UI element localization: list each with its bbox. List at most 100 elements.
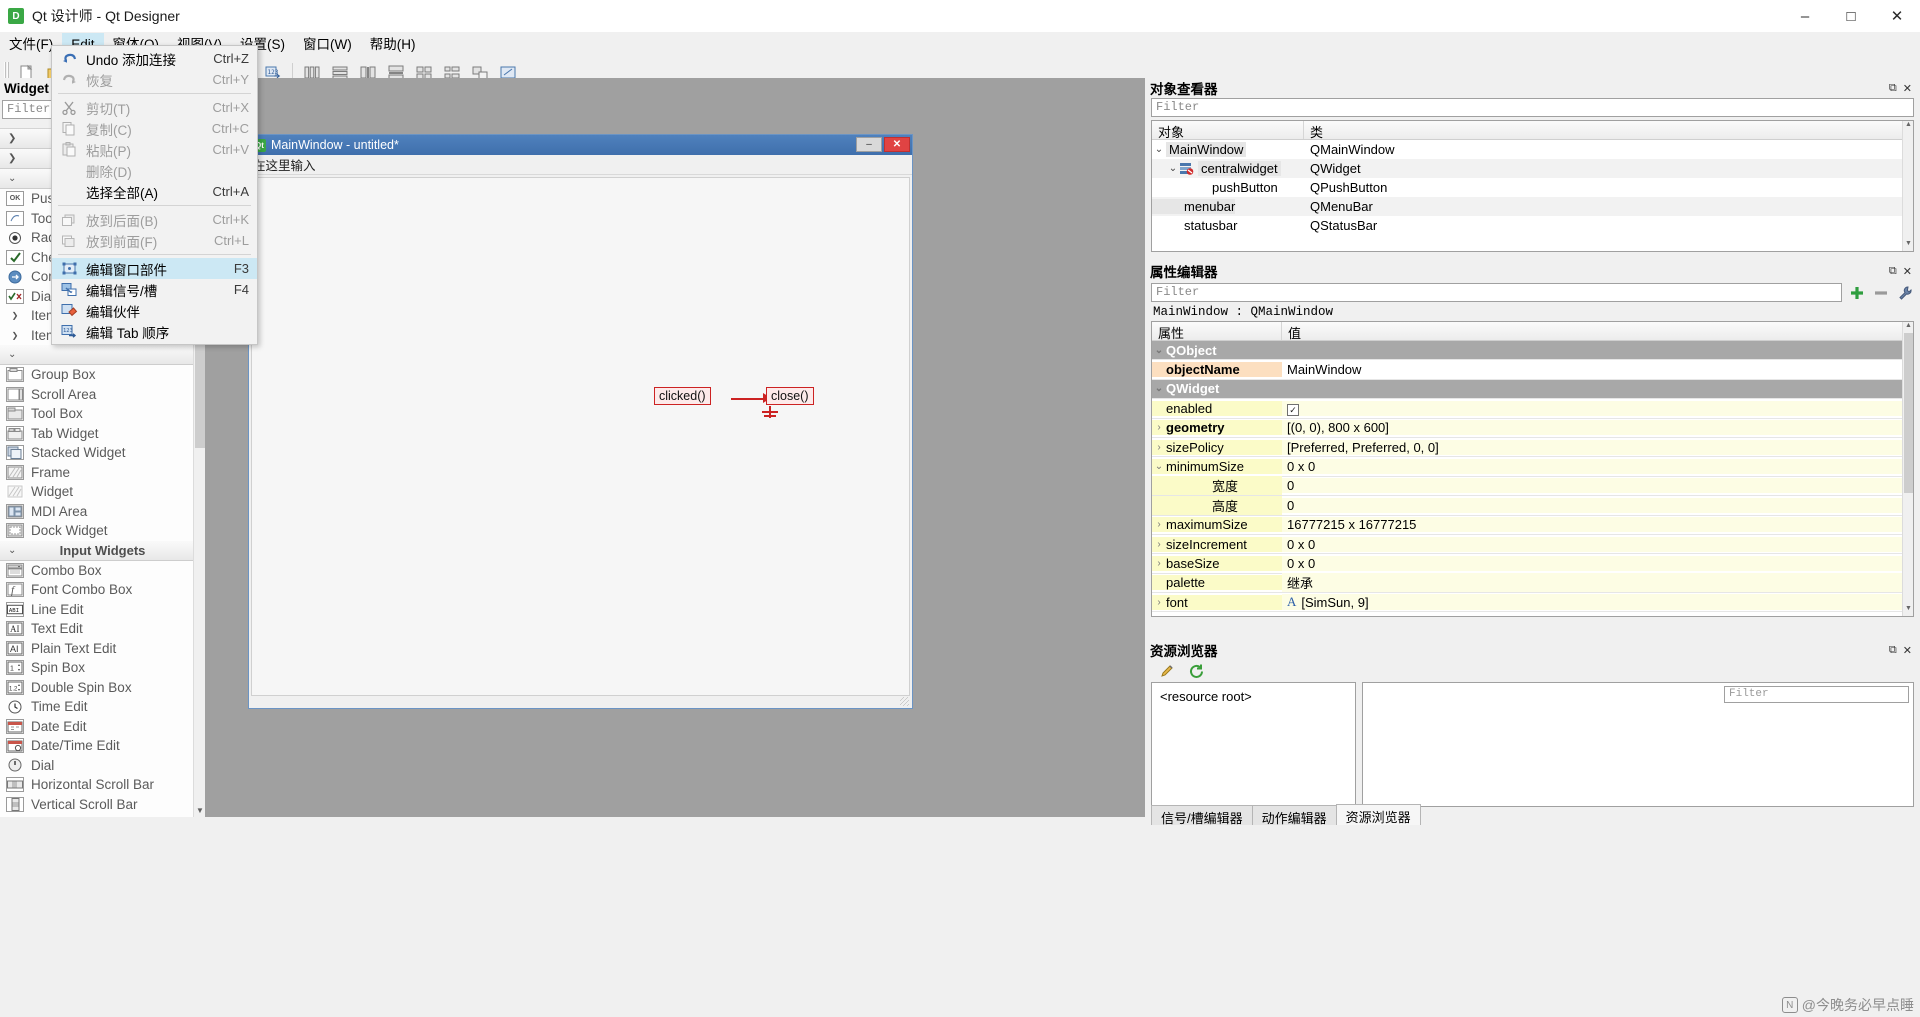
chevron-down-icon[interactable]: ⌄ <box>1166 163 1180 174</box>
widget-item-tool-box[interactable]: Tool Box <box>0 404 205 424</box>
scroll-down-icon[interactable]: ▼ <box>1903 240 1913 251</box>
property-editor-table[interactable]: 属性 值 ⌄ QObject objectName MainWindow ⌄ QWi… <box>1151 321 1914 617</box>
scroll-up-icon[interactable]: ▲ <box>1903 121 1913 132</box>
chevron-down-icon[interactable]: ⌄ <box>1152 144 1166 155</box>
widget-item-date-time-edit[interactable]: Date/Time Edit <box>0 736 205 756</box>
scroll-up-icon[interactable]: ▲ <box>1903 322 1913 333</box>
property-group-qwidget[interactable]: ⌄ QWidget <box>1152 379 1913 400</box>
property-row-basesize[interactable]: › baseSize 0 x 0 <box>1152 554 1913 574</box>
connection-slot-label[interactable]: close() <box>766 387 814 405</box>
minus-icon[interactable] <box>1872 284 1890 302</box>
widget-item-plain-text-edit[interactable]: AI Plain Text Edit <box>0 639 205 659</box>
chevron-right-icon[interactable]: › <box>1152 442 1166 453</box>
widget-item-line-edit[interactable]: ABI Line Edit <box>0 600 205 620</box>
design-workspace[interactable]: Qt MainWindow - untitled* – ✕ 在这里输入 clic… <box>205 78 1145 817</box>
widget-category-input-widgets[interactable]: ⌄ Input Widgets <box>0 540 205 561</box>
scroll-down-icon[interactable]: ▼ <box>1903 605 1913 616</box>
property-editor-close-button[interactable]: ✕ <box>1903 265 1912 278</box>
menu-item-redo[interactable]: 恢复 Ctrl+Y <box>52 69 257 90</box>
widget-item-time-edit[interactable]: Time Edit <box>0 697 205 717</box>
tab-resource-browser[interactable]: 资源浏览器 <box>1335 804 1421 825</box>
connection-signal-label[interactable]: clicked() <box>654 387 711 405</box>
table-row[interactable]: ⌄ centralwidget QWidget <box>1152 159 1913 178</box>
property-row-sizepolicy[interactable]: › sizePolicy [Preferred, Preferred, 0, 0] <box>1152 438 1913 458</box>
enabled-checkbox[interactable]: ✓ <box>1287 404 1299 417</box>
property-row-minimum-width[interactable]: 宽度 0 <box>1152 476 1913 497</box>
property-table-scrollbar[interactable]: ▲ ▼ <box>1902 322 1913 616</box>
object-inspector-float-button[interactable]: ⧉ <box>1889 82 1897 95</box>
property-row-maximumsize[interactable]: › maximumSize 16777215 x 16777215 <box>1152 516 1913 535</box>
chevron-down-icon[interactable]: ⌄ <box>1152 383 1166 394</box>
property-row-font[interactable]: › font A [SimSun, 9] <box>1152 593 1913 613</box>
reload-icon[interactable] <box>1188 663 1205 680</box>
property-row-palette[interactable]: palette 继承 <box>1152 573 1913 594</box>
property-value[interactable]: [Preferred, Preferred, 0, 0] <box>1282 439 1913 455</box>
widget-item-tab-widget[interactable]: Tab Widget <box>0 424 205 444</box>
menu-item-delete[interactable]: 删除(D) <box>52 160 257 181</box>
chevron-down-icon[interactable]: ⌄ <box>1152 461 1166 472</box>
widget-item-date-edit[interactable]: Date Edit <box>0 717 205 737</box>
menu-item-edit-buddies[interactable]: 编辑伙伴 <box>52 300 257 321</box>
widget-category-containers[interactable]: ⌄ <box>0 345 205 365</box>
property-value[interactable]: 0 x 0 <box>1282 459 1913 475</box>
table-row[interactable]: ⌄ MainWindow QMainWindow <box>1152 140 1913 159</box>
form-close-button[interactable]: ✕ <box>884 137 910 152</box>
form-minimize-button[interactable]: – <box>856 137 882 152</box>
resource-list[interactable]: Filter <box>1362 682 1914 807</box>
minimize-button[interactable]: – <box>1782 0 1828 32</box>
tab-signal-slot-editor[interactable]: 信号/槽编辑器 <box>1151 805 1253 826</box>
widget-item-scroll-area[interactable]: Scroll Area <box>0 385 205 405</box>
object-inspector-tree[interactable]: 对象 类 ⌄ MainWindow QMainWindow ⌄ centralw… <box>1151 120 1914 252</box>
property-value[interactable]: 0 x 0 <box>1282 536 1913 552</box>
menu-item-cut[interactable]: 剪切(T) Ctrl+X <box>52 97 257 118</box>
table-row[interactable]: statusbar QStatusBar <box>1152 216 1913 235</box>
menu-item-edit-signals-slots[interactable]: 编辑信号/槽 F4 <box>52 279 257 300</box>
widget-item-widget[interactable]: Widget <box>0 482 205 502</box>
pencil-icon[interactable] <box>1159 663 1176 680</box>
form-central-widget[interactable] <box>251 177 910 696</box>
widget-item-text-edit[interactable]: AI Text Edit <box>0 619 205 639</box>
maximize-button[interactable]: □ <box>1828 0 1874 32</box>
wrench-icon[interactable] <box>1896 284 1914 302</box>
widget-item-dock-widget[interactable]: Dock Widget <box>0 521 205 541</box>
property-value[interactable]: 0 <box>1282 497 1913 513</box>
menu-item-select-all[interactable]: 选择全部(A) Ctrl+A <box>52 181 257 202</box>
menu-item-bring-to-front[interactable]: 放到前面(F) Ctrl+L <box>52 230 257 251</box>
property-editor-filter[interactable]: Filter <box>1151 283 1842 302</box>
property-value[interactable]: 16777215 x 16777215 <box>1282 517 1913 533</box>
property-row-minimum-height[interactable]: 高度 0 <box>1152 495 1913 516</box>
property-row-enabled[interactable]: enabled ✓ <box>1152 399 1913 419</box>
property-value[interactable]: [(0, 0), 800 x 600] <box>1282 420 1913 436</box>
chevron-right-icon[interactable]: › <box>1152 558 1166 569</box>
property-row-objectname[interactable]: objectName MainWindow <box>1152 360 1913 380</box>
chevron-down-icon[interactable]: ⌄ <box>1152 345 1166 356</box>
object-inspector-close-button[interactable]: ✕ <box>1903 82 1912 95</box>
plus-icon[interactable] <box>1848 284 1866 302</box>
menu-item-send-to-back[interactable]: 放到后面(B) Ctrl+K <box>52 209 257 230</box>
widget-item-horizontal-scroll-bar[interactable]: Horizontal Scroll Bar <box>0 775 205 795</box>
resource-tree[interactable]: <resource root> <box>1151 682 1356 807</box>
widget-item-frame[interactable]: Frame <box>0 463 205 483</box>
property-row-sizeincrement[interactable]: › sizeIncrement 0 x 0 <box>1152 535 1913 555</box>
resource-browser-float-button[interactable]: ⧉ <box>1889 644 1897 657</box>
widget-item-group-box[interactable]: Group Box <box>0 365 205 385</box>
menu-item-edit-tab-order[interactable]: 123 编辑 Tab 顺序 <box>52 321 257 342</box>
edit-dropdown-menu[interactable]: Undo 添加连接 Ctrl+Z 恢复 Ctrl+Y 剪切(T) Ctrl+X … <box>51 45 258 345</box>
menu-window[interactable]: 窗口(W) <box>294 33 361 57</box>
widget-item-font-combo-box[interactable]: f Font Combo Box <box>0 580 205 600</box>
property-value[interactable]: 0 <box>1282 478 1913 494</box>
widget-item-double-spin-box[interactable]: 1.2 Double Spin Box <box>0 678 205 698</box>
object-tree-scrollbar[interactable]: ▲ ▼ <box>1902 121 1913 251</box>
property-group-qobject[interactable]: ⌄ QObject <box>1152 341 1913 361</box>
form-menu-bar[interactable]: 在这里输入 <box>249 155 912 175</box>
widget-item-combo-box[interactable]: Combo Box <box>0 561 205 581</box>
menu-item-edit-widgets[interactable]: 编辑窗口部件 F3 <box>52 258 257 279</box>
menu-item-undo[interactable]: Undo 添加连接 Ctrl+Z <box>52 48 257 69</box>
property-value[interactable]: 0 x 0 <box>1282 555 1913 571</box>
chevron-right-icon[interactable]: › <box>1152 519 1166 530</box>
tab-action-editor[interactable]: 动作编辑器 <box>1251 805 1337 826</box>
table-row[interactable]: menubar QMenuBar <box>1152 197 1913 216</box>
table-row[interactable]: pushButton QPushButton <box>1152 178 1913 197</box>
chevron-right-icon[interactable]: › <box>1152 597 1166 608</box>
property-row-geometry[interactable]: › geometry [(0, 0), 800 x 600] <box>1152 419 1913 438</box>
